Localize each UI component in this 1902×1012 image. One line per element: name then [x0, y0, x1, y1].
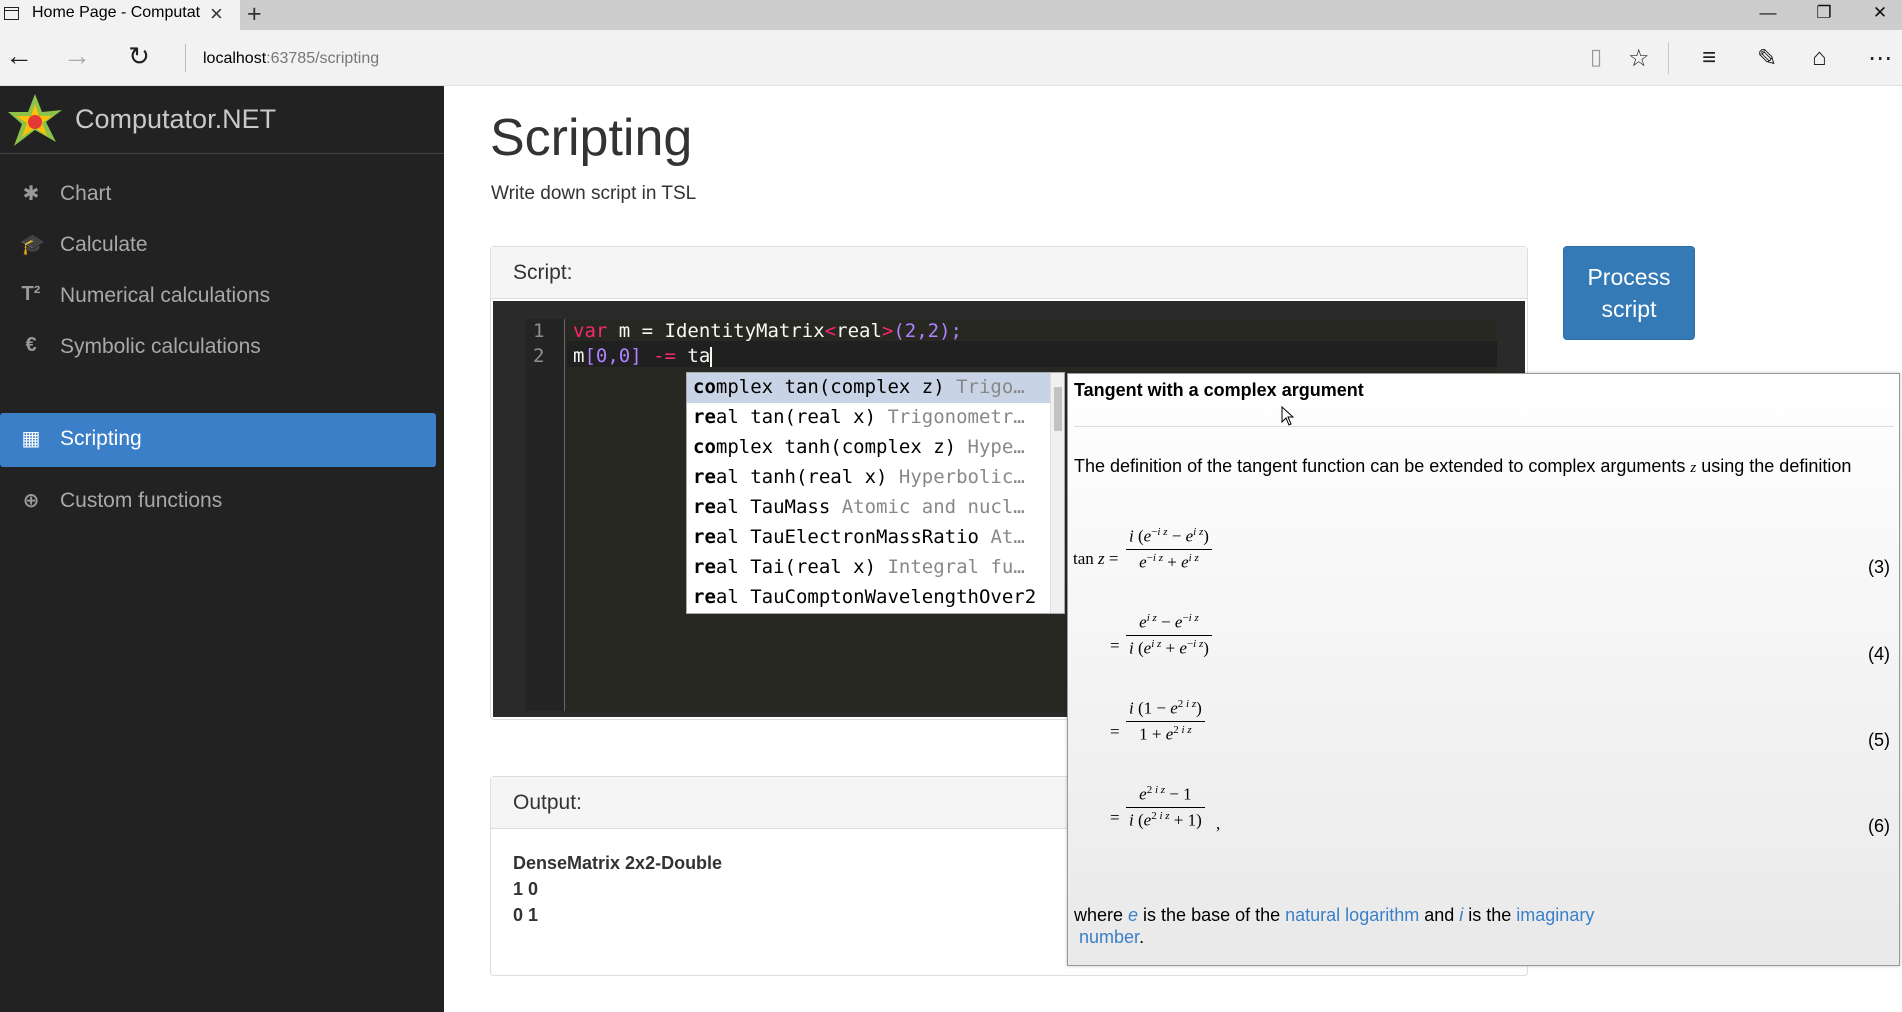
brand-name: Computator.NET: [75, 104, 277, 134]
equation-comma: ,: [1216, 814, 1221, 833]
browser-titlebar: Home Page - Computat × + — ❐ ✕: [0, 0, 1902, 30]
equation-equals: =: [1110, 636, 1120, 655]
equation-number: (6): [1868, 816, 1890, 836]
forward-arrow-icon[interactable]: →: [60, 40, 94, 74]
qrcode-icon: ▦: [21, 428, 41, 450]
autocomplete-item[interactable]: complex tan(complex z) Trigo…: [687, 373, 1051, 403]
close-tab-icon[interactable]: ×: [210, 1, 223, 27]
tooltip-intro: The definition of the tangent function c…: [1074, 456, 1852, 476]
minimize-button[interactable]: —: [1740, 0, 1796, 30]
maximize-button[interactable]: ❐: [1796, 0, 1852, 30]
euro-icon: €: [25, 334, 37, 356]
output-row: 0 1: [513, 905, 539, 925]
web-note-icon[interactable]: ✎: [1757, 44, 1777, 73]
autocomplete-item[interactable]: real tan(real x) Trigonometr…: [687, 403, 1051, 433]
graduation-cap-icon: 🎓: [20, 234, 45, 256]
autocomplete-item[interactable]: real TauElectronMassRatio At…: [687, 523, 1051, 553]
divider: [185, 44, 186, 72]
text-cursor: [710, 346, 713, 367]
tooltip-footnote: where e is the base of the natural logar…: [1074, 905, 1595, 947]
autocomplete-list[interactable]: complex tan(complex z) Trigo… real tan(r…: [686, 372, 1065, 614]
sidebar-item-label: Scripting: [60, 427, 142, 450]
browser-navbar: ← → ↻ localhost:63785/scripting ▯ ☆ ≡ ✎ …: [0, 30, 1902, 86]
page-title: Scripting: [490, 109, 693, 167]
sidebar-item-chart[interactable]: ✱ Chart: [0, 168, 436, 222]
new-tab-icon[interactable]: +: [247, 0, 262, 29]
sidebar-item-label: Chart: [60, 182, 112, 205]
address-bar[interactable]: localhost:63785/scripting: [203, 50, 379, 68]
page-icon: [4, 7, 19, 20]
favorite-star-icon[interactable]: ☆: [1628, 44, 1650, 73]
tab-title: Home Page - Computat: [32, 4, 201, 21]
sidebar-item-label: Symbolic calculations: [60, 335, 261, 358]
mouse-pointer-icon: [1281, 406, 1295, 426]
imaginary-number-link[interactable]: imaginary: [1516, 905, 1594, 925]
plus-circle-icon: ⊕: [22, 490, 40, 512]
brand[interactable]: Computator.NET: [0, 86, 444, 154]
sidebar: Computator.NET ✱ Chart 🎓 Calculate T² Nu…: [0, 86, 444, 1012]
back-arrow-icon[interactable]: ←: [2, 40, 36, 74]
scrollbar-thumb[interactable]: [1054, 387, 1062, 431]
process-script-button[interactable]: Process script: [1563, 246, 1695, 340]
text-superscript-icon: T²: [21, 283, 41, 305]
code-line-2: m[0,0] -= ta: [567, 341, 1497, 367]
equation-number: (4): [1868, 644, 1890, 664]
autocomplete-scrollbar[interactable]: [1050, 373, 1064, 613]
line-number: 1: [533, 320, 545, 342]
close-window-button[interactable]: ✕: [1852, 0, 1902, 30]
line-number: 2: [533, 345, 545, 367]
url-host: localhost: [203, 50, 267, 67]
equation-3-fraction: i (e−i z − ei z) e−i z + ei z: [1126, 526, 1212, 572]
equation-equals: =: [1110, 722, 1120, 741]
editor-gutter: [525, 319, 565, 711]
divider: [1668, 42, 1669, 74]
output-row: 1 0: [513, 879, 539, 899]
sidebar-item-custom-functions[interactable]: ⊕ Custom functions: [0, 475, 436, 529]
equation-number: (5): [1868, 730, 1890, 750]
hub-icon[interactable]: ≡: [1702, 44, 1716, 72]
equation-6-fraction: e2 i z − 1 i (e2 i z + 1): [1126, 784, 1205, 830]
sidebar-item-label: Numerical calculations: [60, 284, 271, 307]
output-title: DenseMatrix 2x2-Double: [513, 853, 723, 873]
page-subtitle: Write down script in TSL: [491, 183, 697, 204]
equation-lhs: tan z =: [1073, 549, 1119, 568]
url-path: :63785/scripting: [266, 50, 380, 67]
divider: [1074, 426, 1894, 427]
natural-logarithm-link[interactable]: natural logarithm: [1285, 905, 1419, 925]
sidebar-item-label: Custom functions: [60, 489, 223, 512]
more-icon[interactable]: ⋯: [1868, 44, 1892, 73]
share-icon[interactable]: ⌂: [1812, 44, 1827, 72]
code-line-1: var m = IdentityMatrix<real>(2,2);: [573, 320, 962, 342]
equation-5-fraction: i (1 − e2 i z) 1 + e2 i z: [1126, 698, 1205, 744]
autocomplete-item[interactable]: complex tanh(complex z) Hype…: [687, 433, 1051, 463]
computator-logo-icon: [8, 94, 62, 146]
documentation-tooltip: Tangent with a complex argument The defi…: [1067, 373, 1900, 966]
equation-number: (3): [1868, 557, 1890, 577]
autocomplete-item[interactable]: real TauMass Atomic and nucl…: [687, 493, 1051, 523]
imaginary-number-link[interactable]: number: [1079, 927, 1139, 947]
sidebar-item-calculate[interactable]: 🎓 Calculate: [0, 219, 436, 273]
refresh-icon[interactable]: ↻: [122, 40, 156, 74]
script-panel-heading: Script:: [491, 247, 1527, 299]
equation-4-fraction: ei z − e−i z i (ei z + e−i z): [1126, 612, 1212, 658]
autocomplete-item[interactable]: real TauComptonWavelengthOver2: [687, 583, 1051, 613]
sidebar-item-numerical-calculations[interactable]: T² Numerical calculations: [0, 270, 436, 324]
equation-equals: =: [1110, 808, 1120, 827]
autocomplete-item[interactable]: real tanh(real x) Hyperbolic…: [687, 463, 1051, 493]
gear-icon: ✱: [22, 183, 40, 205]
reading-view-icon[interactable]: ▯: [1590, 44, 1602, 70]
e-symbol: e: [1128, 905, 1139, 925]
autocomplete-item[interactable]: real Tai(real x) Integral fu…: [687, 553, 1051, 583]
tooltip-title: Tangent with a complex argument: [1074, 380, 1364, 400]
browser-tab[interactable]: Home Page - Computat ×: [0, 0, 240, 30]
sidebar-item-symbolic-calculations[interactable]: € Symbolic calculations: [0, 321, 436, 375]
sidebar-item-label: Calculate: [60, 233, 148, 256]
sidebar-item-scripting[interactable]: ▦ Scripting: [0, 413, 436, 467]
